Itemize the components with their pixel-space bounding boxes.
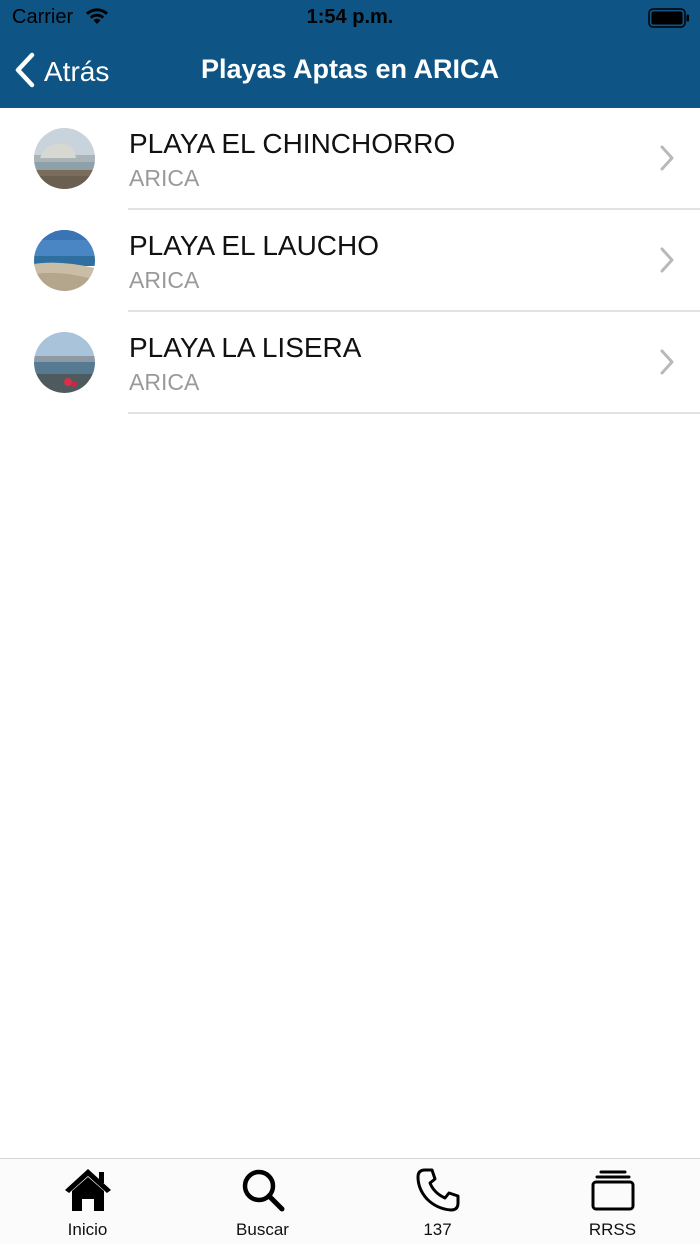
tab-rrss[interactable]: RRSS xyxy=(525,1159,700,1244)
phone-icon xyxy=(350,1167,525,1213)
status-time: 1:54 p.m. xyxy=(306,6,394,28)
tab-inicio[interactable]: Inicio xyxy=(0,1159,175,1244)
navigation-bar: Atrás Playas Aptas en ARICA xyxy=(0,36,700,108)
beach-thumbnail xyxy=(34,230,95,291)
tab-137[interactable]: 137 xyxy=(350,1159,525,1244)
beach-thumbnail xyxy=(34,332,95,393)
list-item[interactable]: PLAYA EL CHINCHORRO ARICA xyxy=(0,108,700,210)
beach-name: PLAYA EL CHINCHORRO xyxy=(129,128,456,159)
beach-name: PLAYA LA LISERA xyxy=(129,332,362,363)
page-title: Playas Aptas en ARICA xyxy=(200,54,500,84)
home-icon xyxy=(0,1167,175,1213)
list-item[interactable]: PLAYA EL LAUCHO ARICA xyxy=(0,210,700,312)
screen: Carrier 1:54 p.m. Atrás Playas Aptas en … xyxy=(0,0,700,1244)
tab-label: Buscar xyxy=(236,1220,289,1239)
beach-city: ARICA xyxy=(129,165,200,191)
beach-city: ARICA xyxy=(129,267,200,293)
search-icon xyxy=(175,1167,350,1213)
beach-thumbnail xyxy=(34,128,95,189)
list-item[interactable]: PLAYA LA LISERA ARICA xyxy=(0,312,700,414)
battery-icon xyxy=(648,8,690,33)
tab-label: Inicio xyxy=(67,1220,108,1239)
status-bar: Carrier 1:54 p.m. xyxy=(0,0,700,36)
stack-icon xyxy=(525,1167,700,1213)
chevron-right-icon xyxy=(660,247,674,278)
chevron-right-icon xyxy=(660,145,674,176)
beach-city: ARICA xyxy=(129,369,200,395)
tab-label: 137 xyxy=(423,1220,452,1239)
tab-bar: Inicio Buscar 137 RRSS xyxy=(0,1158,700,1244)
row-divider xyxy=(128,412,700,414)
chevron-right-icon xyxy=(660,349,674,380)
beach-name: PLAYA EL LAUCHO xyxy=(129,230,380,261)
tab-buscar[interactable]: Buscar xyxy=(175,1159,350,1244)
tab-label: RRSS xyxy=(588,1220,637,1239)
beach-list: PLAYA EL CHINCHORRO ARICA PLAYA EL LAUCH xyxy=(0,108,700,414)
